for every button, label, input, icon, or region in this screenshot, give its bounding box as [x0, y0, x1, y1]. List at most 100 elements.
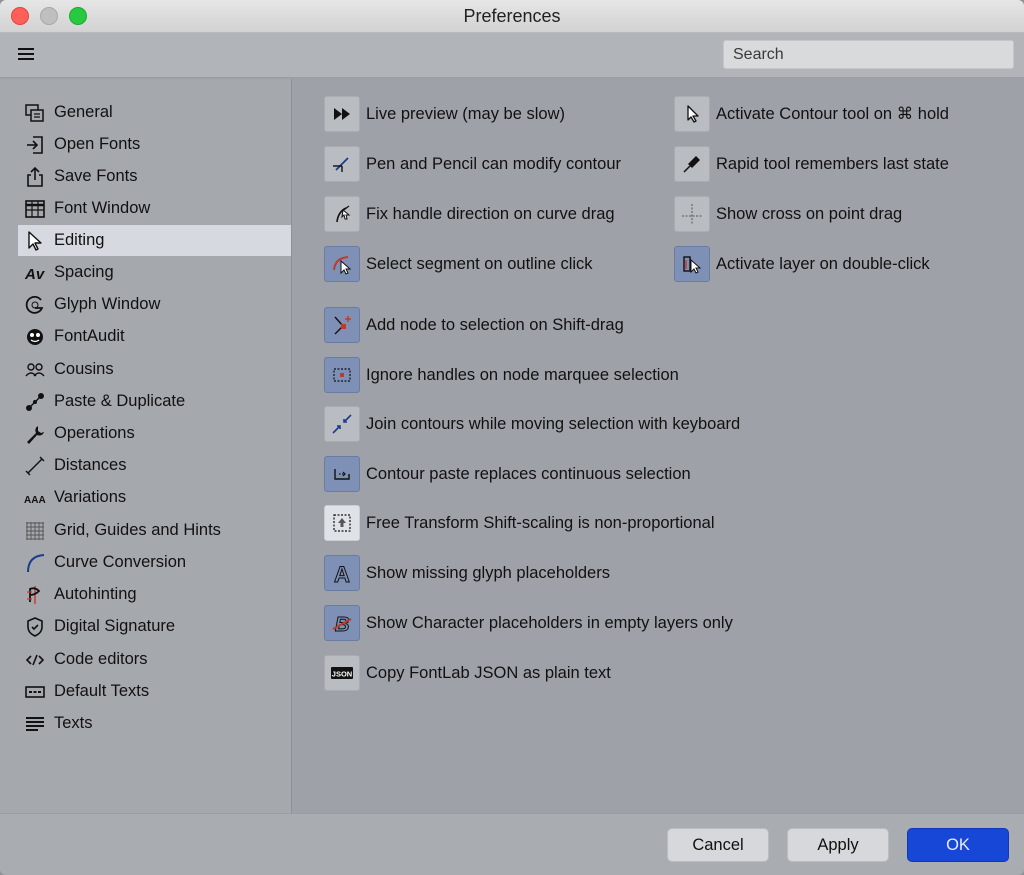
- sidebar-item-label: Code editors: [54, 650, 148, 668]
- sidebar-item-label: Cousins: [54, 360, 114, 378]
- option-ignore-handles-marquee[interactable]: Ignore handles on node marquee selection: [324, 356, 679, 394]
- option-label: Show cross on point drag: [716, 204, 903, 223]
- sidebar-item-operations[interactable]: Operations: [18, 418, 291, 449]
- fast-forward-icon: [324, 96, 360, 132]
- layer-click-icon: [674, 246, 710, 282]
- option-live-preview[interactable]: Live preview (may be slow): [324, 95, 565, 133]
- option-label: Pen and Pencil can modify contour: [366, 154, 621, 173]
- option-label: Show Character placeholders in empty lay…: [366, 613, 733, 632]
- option-contour-paste[interactable]: Contour paste replaces continuous select…: [324, 455, 691, 493]
- sidebar-item-save-fonts[interactable]: Save Fonts: [18, 161, 291, 192]
- handle-direction-icon: [324, 196, 360, 232]
- option-label: Contour paste replaces continuous select…: [366, 464, 691, 483]
- preferences-window: Preferences General Open Fonts Save Font…: [0, 0, 1024, 875]
- option-copy-json[interactable]: JSON Copy FontLab JSON as plain text: [324, 654, 611, 692]
- sidebar-item-general[interactable]: General: [18, 97, 291, 128]
- hamburger-menu-icon[interactable]: [18, 48, 34, 62]
- texts-icon: [22, 712, 48, 736]
- option-show-cross[interactable]: Show cross on point drag: [674, 195, 902, 233]
- sidebar-item-grid-guides-hints[interactable]: Grid, Guides and Hints: [18, 515, 291, 546]
- rapid-tool-icon: [674, 146, 710, 182]
- sidebar-item-variations[interactable]: AAA Variations: [18, 482, 291, 513]
- variations-icon: AAA: [22, 486, 48, 510]
- sidebar-item-cousins[interactable]: Cousins: [18, 354, 291, 385]
- json-icon: JSON: [324, 655, 360, 691]
- sidebar-item-curve-conversion[interactable]: Curve Conversion: [18, 547, 291, 578]
- option-show-missing-glyph[interactable]: A Show missing glyph placeholders: [324, 554, 610, 592]
- marquee-icon: [324, 357, 360, 393]
- join-contours-icon: [324, 406, 360, 442]
- spacing-icon: Av: [22, 261, 48, 285]
- sidebar-item-texts[interactable]: Texts: [18, 708, 291, 739]
- sidebar-item-glyph-window[interactable]: Glyph Window: [18, 289, 291, 320]
- option-show-character-placeholders[interactable]: B Show Character placeholders in empty l…: [324, 604, 733, 642]
- option-label: Join contours while moving selection wit…: [366, 414, 741, 433]
- option-label: Activate layer on double-click: [716, 254, 930, 273]
- sidebar-item-autohinting[interactable]: Autohinting: [18, 579, 291, 610]
- character-placeholder-icon: B: [324, 605, 360, 641]
- window-title: Preferences: [463, 6, 561, 26]
- title-bar: Preferences: [0, 0, 1024, 33]
- dialog-footer: Cancel Apply OK: [0, 813, 1024, 875]
- option-pen-pencil-modify[interactable]: Pen and Pencil can modify contour: [324, 145, 621, 183]
- sidebar-item-font-window[interactable]: Font Window: [18, 193, 291, 224]
- sidebar-item-label: Default Texts: [54, 682, 150, 700]
- autohinting-icon: [22, 583, 48, 607]
- free-transform-icon: [324, 505, 360, 541]
- sidebar-item-label: Paste & Duplicate: [54, 392, 186, 410]
- option-join-contours[interactable]: Join contours while moving selection wit…: [324, 405, 740, 443]
- option-label: Copy FontLab JSON as plain text: [366, 663, 611, 682]
- option-label: Ignore handles on node marquee selection: [366, 365, 679, 384]
- sidebar-item-label: Distances: [54, 456, 127, 474]
- glyph-window-icon: [22, 293, 48, 317]
- sidebar-item-default-texts[interactable]: Default Texts: [18, 676, 291, 707]
- apply-button[interactable]: Apply: [787, 828, 889, 862]
- sidebar-item-label: Spacing: [54, 263, 114, 281]
- sidebar-item-code-editors[interactable]: Code editors: [18, 644, 291, 675]
- svg-text:JSON: JSON: [332, 670, 352, 679]
- sidebar-item-label: Grid, Guides and Hints: [54, 521, 221, 539]
- sidebar-item-editing[interactable]: Editing: [18, 225, 291, 256]
- code-icon: [22, 648, 48, 672]
- arrow-cursor-icon: [674, 96, 710, 132]
- sidebar-item-distances[interactable]: Distances: [18, 450, 291, 481]
- option-add-node-selection[interactable]: Add node to selection on Shift-drag: [324, 306, 624, 344]
- svg-text:Av: Av: [24, 266, 46, 283]
- sidebar-item-open-fonts[interactable]: Open Fonts: [18, 129, 291, 160]
- sidebar-item-label: Font Window: [54, 199, 151, 217]
- cursor-icon: [22, 229, 48, 253]
- sidebar-item-label: Autohinting: [54, 585, 137, 603]
- select-segment-icon: [324, 246, 360, 282]
- sidebar-item-digital-signature[interactable]: Digital Signature: [18, 611, 291, 642]
- sidebar: General Open Fonts Save Fonts Font Windo…: [0, 79, 292, 813]
- option-label: Fix handle direction on curve drag: [366, 204, 615, 223]
- svg-text:A: A: [334, 562, 350, 585]
- sidebar-item-paste-duplicate[interactable]: Paste & Duplicate: [18, 386, 291, 417]
- option-select-segment[interactable]: Select segment on outline click: [324, 245, 593, 283]
- save-fonts-icon: [22, 165, 48, 189]
- add-node-icon: [324, 307, 360, 343]
- cancel-button[interactable]: Cancel: [667, 828, 769, 862]
- sidebar-item-label: FontAudit: [54, 327, 125, 345]
- contour-paste-icon: [324, 456, 360, 492]
- option-rapid-tool-remembers[interactable]: Rapid tool remembers last state: [674, 145, 949, 183]
- sidebar-item-label: Operations: [54, 424, 135, 442]
- sidebar-item-label: Glyph Window: [54, 295, 161, 313]
- ok-button[interactable]: OK: [907, 828, 1009, 862]
- editing-options-pane: [293, 79, 1024, 813]
- sidebar-item-fontaudit[interactable]: FontAudit: [18, 321, 291, 352]
- glyph-placeholder-icon: A: [324, 555, 360, 591]
- general-icon: [22, 101, 48, 125]
- option-activate-contour-tool[interactable]: Activate Contour tool on ⌘ hold: [674, 95, 949, 133]
- option-activate-layer[interactable]: Activate layer on double-click: [674, 245, 930, 283]
- sidebar-item-spacing[interactable]: Av Spacing: [18, 257, 291, 288]
- crosshair-icon: [674, 196, 710, 232]
- toolbar: [0, 33, 1024, 78]
- option-fix-handle-direction[interactable]: Fix handle direction on curve drag: [324, 195, 615, 233]
- option-free-transform[interactable]: Free Transform Shift-scaling is non-prop…: [324, 504, 714, 542]
- sidebar-item-label: Variations: [54, 488, 127, 506]
- grid-icon: [22, 519, 48, 543]
- shield-icon: [22, 615, 48, 639]
- font-window-icon: [22, 197, 48, 221]
- search-input[interactable]: [723, 40, 1014, 69]
